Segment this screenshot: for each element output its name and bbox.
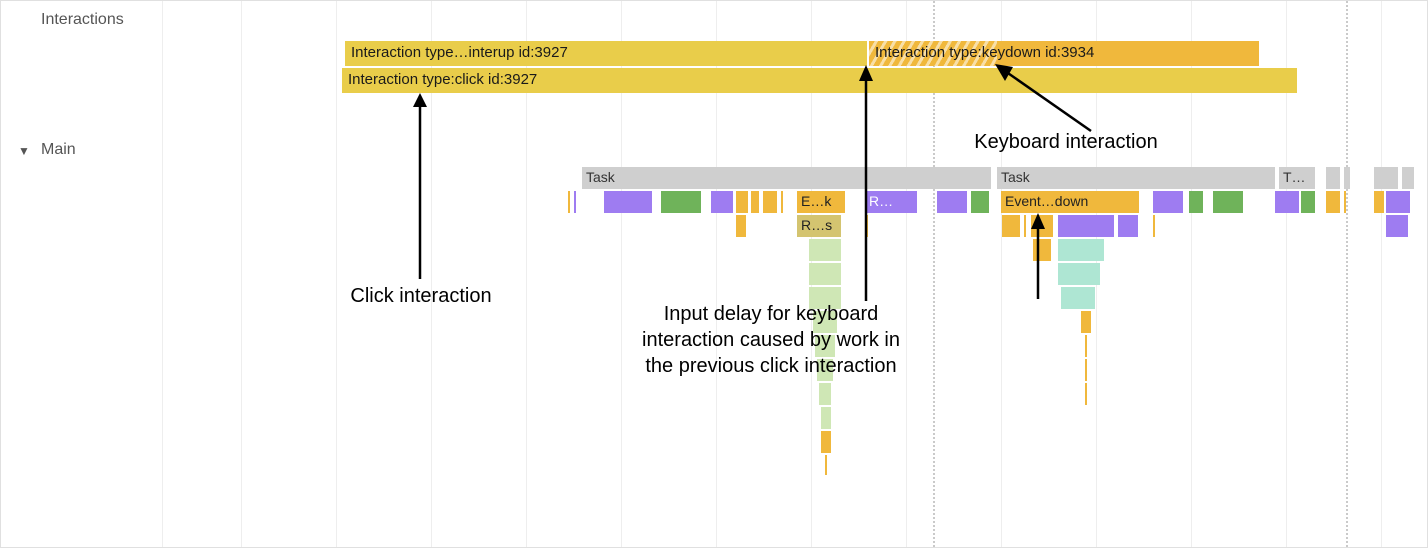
annotation-input-delay: Input delay for keyboard interaction cau… xyxy=(621,301,921,379)
flame-sliver xyxy=(781,191,783,213)
grid-line xyxy=(336,1,337,547)
interaction-bar-label: Interaction type:keydown id:3934 xyxy=(875,44,1094,61)
input-delay-line2: interaction caused by work in xyxy=(642,329,900,351)
flame-sliver xyxy=(1085,359,1087,381)
flame-block[interactable] xyxy=(736,215,746,237)
task-block-tiny[interactable] xyxy=(1344,167,1350,189)
interaction-bar-pointerup[interactable]: Interaction type…interup id:3927 xyxy=(345,41,867,66)
flame-block[interactable] xyxy=(821,407,831,429)
flame-block[interactable] xyxy=(1213,191,1243,213)
flame-block[interactable] xyxy=(604,191,652,213)
perf-timeline-canvas: Interactions ▼ Main Interaction type…int… xyxy=(0,0,1428,548)
task-label: Task xyxy=(1001,169,1030,185)
track-label-main: Main xyxy=(41,141,76,159)
interaction-bar-click[interactable]: Interaction type:click id:3927 xyxy=(342,68,1297,93)
arrow-keyboard xyxy=(991,61,1111,141)
task-block[interactable]: Task xyxy=(582,167,991,189)
flame-sliver xyxy=(1153,215,1155,237)
flame-label: Event…down xyxy=(1005,193,1088,209)
flame-block[interactable] xyxy=(819,383,831,405)
grid-line xyxy=(162,1,163,547)
flame-sliver xyxy=(1344,191,1346,213)
flame-sliver xyxy=(825,455,827,475)
flame-label: R…s xyxy=(801,217,832,233)
flame-block[interactable] xyxy=(1386,191,1410,213)
flame-block[interactable] xyxy=(1189,191,1203,213)
flame-block[interactable] xyxy=(1118,215,1138,237)
flame-sliver xyxy=(1085,335,1087,357)
flame-sliver xyxy=(574,191,576,213)
task-block[interactable]: Task xyxy=(997,167,1275,189)
flame-block[interactable] xyxy=(809,239,841,261)
flame-block[interactable] xyxy=(711,191,733,213)
flame-block[interactable] xyxy=(763,191,777,213)
task-block[interactable]: T… xyxy=(1279,167,1315,189)
flame-sliver xyxy=(568,191,570,213)
flame-block[interactable] xyxy=(1301,191,1315,213)
task-label: Task xyxy=(586,169,615,185)
task-label: T… xyxy=(1283,169,1306,185)
input-delay-line3: the previous click interaction xyxy=(645,355,896,377)
flame-block[interactable] xyxy=(1061,287,1095,309)
annotation-click: Click interaction xyxy=(321,283,521,309)
flame-block[interactable] xyxy=(1058,239,1104,261)
interaction-bar-label: Interaction type…interup id:3927 xyxy=(351,44,568,61)
flame-block[interactable]: R…s xyxy=(797,215,841,237)
grid-line xyxy=(241,1,242,547)
flame-label: E…k xyxy=(801,193,831,209)
flame-block[interactable]: E…k xyxy=(797,191,845,213)
flame-block[interactable] xyxy=(937,191,967,213)
task-block-tiny[interactable] xyxy=(1374,167,1398,189)
flame-block[interactable] xyxy=(809,263,841,285)
flame-block[interactable] xyxy=(751,191,759,213)
task-block-tiny[interactable] xyxy=(1326,167,1340,189)
arrow-input-delay-up xyxy=(851,65,881,305)
input-delay-line1: Input delay for keyboard xyxy=(664,303,879,325)
flame-block[interactable] xyxy=(661,191,701,213)
arrow-input-delay-event xyxy=(1026,213,1050,301)
flame-block[interactable] xyxy=(1058,215,1114,237)
grid-line xyxy=(1381,1,1382,547)
flame-block[interactable] xyxy=(1081,311,1091,333)
flame-block[interactable] xyxy=(1002,215,1020,237)
flame-block[interactable] xyxy=(1374,191,1384,213)
task-block-tiny[interactable] xyxy=(1402,167,1414,189)
flame-event-keydown[interactable]: Event…down xyxy=(1001,191,1139,213)
flame-block[interactable] xyxy=(971,191,989,213)
flame-block[interactable] xyxy=(1326,191,1340,213)
flame-block[interactable] xyxy=(1275,191,1299,213)
flame-block[interactable] xyxy=(1058,263,1100,285)
flame-block[interactable] xyxy=(821,431,831,453)
time-marker-dotted xyxy=(1346,1,1348,547)
interaction-bar-label: Interaction type:click id:3927 xyxy=(348,71,537,88)
track-label-interactions: Interactions xyxy=(41,11,124,29)
flame-sliver xyxy=(1085,383,1087,405)
arrow-click xyxy=(410,93,430,279)
flame-block[interactable] xyxy=(1153,191,1183,213)
flame-block[interactable] xyxy=(736,191,748,213)
flame-block[interactable] xyxy=(1386,215,1408,237)
disclosure-triangle-icon[interactable]: ▼ xyxy=(18,144,30,158)
